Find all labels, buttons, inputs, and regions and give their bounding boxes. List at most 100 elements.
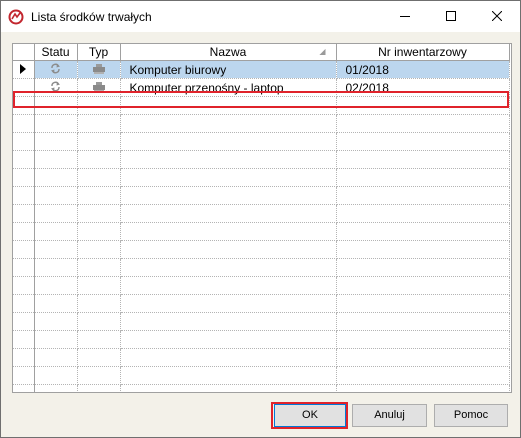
empty-cell <box>77 330 121 349</box>
empty-cell <box>120 222 337 241</box>
empty-cell <box>120 150 337 169</box>
empty-cell <box>13 312 35 331</box>
empty-cell <box>336 294 510 313</box>
empty-row <box>13 276 510 295</box>
table-row[interactable]: Komputer przenośny - laptop 02/2018 <box>13 78 510 97</box>
dialog-body: Statu Typ Nazwa ◢ Nr inwentarzowy Kompute… <box>1 32 520 437</box>
name-cell: Komputer biurowy <box>120 60 337 79</box>
empty-cell <box>77 384 121 392</box>
empty-cell <box>34 168 78 187</box>
empty-cell <box>77 132 121 151</box>
empty-cell <box>77 186 121 205</box>
empty-row <box>13 366 510 385</box>
type-cell <box>77 60 121 79</box>
assets-table: Statu Typ Nazwa ◢ Nr inwentarzowy Kompute… <box>13 44 510 392</box>
column-header-inventory[interactable]: Nr inwentarzowy <box>336 44 510 61</box>
empty-cell <box>336 384 510 392</box>
empty-cell <box>77 114 121 133</box>
empty-cell <box>13 330 35 349</box>
title-bar[interactable]: Lista środków trwałych <box>1 1 520 32</box>
empty-cell <box>34 348 78 367</box>
empty-cell <box>13 294 35 313</box>
empty-cell <box>34 312 78 331</box>
empty-row <box>13 168 510 187</box>
empty-cell <box>34 222 78 241</box>
empty-cell <box>77 204 121 223</box>
empty-cell <box>77 348 121 367</box>
maximize-icon <box>446 11 456 21</box>
empty-row <box>13 312 510 331</box>
empty-row <box>13 348 510 367</box>
empty-cell <box>34 96 78 115</box>
type-cell <box>77 78 121 97</box>
empty-cell <box>77 276 121 295</box>
empty-cell <box>336 132 510 151</box>
empty-cell <box>120 384 337 392</box>
empty-cell <box>120 240 337 259</box>
empty-cell <box>77 168 121 187</box>
empty-row <box>13 132 510 151</box>
app-logo-icon <box>8 9 24 25</box>
assets-grid[interactable]: Statu Typ Nazwa ◢ Nr inwentarzowy Kompute… <box>12 43 512 393</box>
empty-cell <box>336 276 510 295</box>
column-header-status[interactable]: Statu <box>34 44 78 61</box>
empty-cell <box>336 222 510 241</box>
cancel-button[interactable]: Anuluj <box>352 404 427 427</box>
help-button[interactable]: Pomoc <box>434 404 508 427</box>
grid-header-row: Statu Typ Nazwa ◢ Nr inwentarzowy <box>13 44 510 61</box>
row-indicator <box>13 60 35 79</box>
empty-cell <box>120 366 337 385</box>
empty-cell <box>77 294 121 313</box>
empty-cell <box>13 168 35 187</box>
column-header-name[interactable]: Nazwa ◢ <box>120 44 337 61</box>
window-title: Lista środków trwałych <box>31 10 152 24</box>
empty-cell <box>120 168 337 187</box>
empty-cell <box>13 240 35 259</box>
empty-cell <box>336 348 510 367</box>
empty-cell <box>34 294 78 313</box>
empty-cell <box>34 330 78 349</box>
empty-cell <box>120 258 337 277</box>
empty-cell <box>336 204 510 223</box>
empty-cell <box>77 258 121 277</box>
empty-cell <box>77 312 121 331</box>
table-row[interactable]: Komputer biurowy 01/2018 <box>13 60 510 79</box>
computer-icon <box>92 81 105 92</box>
empty-cell <box>336 258 510 277</box>
empty-cell <box>13 186 35 205</box>
empty-cell <box>336 330 510 349</box>
empty-cell <box>77 96 121 115</box>
empty-cell <box>34 384 78 392</box>
empty-cell <box>336 96 510 115</box>
indicator-header <box>13 44 35 61</box>
empty-cell <box>13 384 35 392</box>
empty-cell <box>13 258 35 277</box>
ok-button[interactable]: OK <box>274 404 346 427</box>
empty-cell <box>77 150 121 169</box>
empty-cell <box>34 114 78 133</box>
empty-cell <box>336 240 510 259</box>
inventory-cell: 01/2018 <box>336 60 510 79</box>
empty-cell <box>34 276 78 295</box>
refresh-icon <box>51 81 60 91</box>
close-button[interactable] <box>474 1 520 32</box>
empty-cell <box>13 114 35 133</box>
empty-cell <box>34 186 78 205</box>
maximize-button[interactable] <box>428 1 474 32</box>
dialog-window: Lista środków trwałych Statu Typ Nazwa ◢… <box>0 0 521 438</box>
empty-cell <box>13 150 35 169</box>
empty-cell <box>77 366 121 385</box>
empty-row <box>13 294 510 313</box>
empty-row <box>13 222 510 241</box>
empty-row <box>13 258 510 277</box>
column-header-type[interactable]: Typ <box>77 44 121 61</box>
minimize-button[interactable] <box>382 1 428 32</box>
empty-cell <box>13 96 35 115</box>
empty-row <box>13 96 510 115</box>
empty-cell <box>120 330 337 349</box>
refresh-icon <box>51 63 60 73</box>
inventory-cell: 02/2018 <box>336 78 510 97</box>
empty-cell <box>120 312 337 331</box>
empty-cell <box>13 204 35 223</box>
empty-cell <box>34 366 78 385</box>
